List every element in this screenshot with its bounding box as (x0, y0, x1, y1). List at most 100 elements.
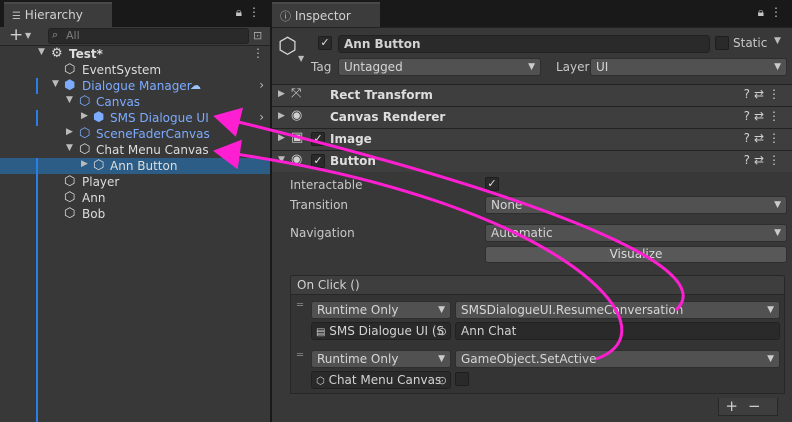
search-filter-icon[interactable]: ⊡ (253, 29, 262, 42)
kebab-menu-icon[interactable]: ⋮ (248, 5, 266, 19)
event-2-mode: Runtime Only (317, 352, 399, 366)
presets-icon[interactable]: ⇄ (754, 131, 768, 145)
chevron-down-icon: ▼ (438, 305, 445, 315)
remove-event-button[interactable]: − (748, 397, 771, 415)
event-2-object-field[interactable]: ⬡ Chat Menu Canvas ⊙ (311, 371, 451, 389)
collapse-arrow-icon[interactable]: ▶ (278, 111, 285, 121)
collapse-arrow-icon[interactable]: ▶ (81, 111, 88, 121)
gameobject-cube-icon: ⬡ (64, 174, 76, 189)
add-object-button[interactable]: + (9, 25, 23, 45)
kebab-menu-icon[interactable]: ⋮ (768, 153, 784, 167)
presets-icon[interactable]: ⇄ (754, 153, 768, 167)
component-tools: ?⇄⋮ (744, 109, 784, 123)
transition-label: Transition (290, 198, 349, 212)
navigation-dropdown[interactable]: Automatic ▼ (485, 224, 787, 242)
event-1-mode-dropdown[interactable]: Runtime Only ▼ (311, 301, 451, 319)
drag-handle-icon[interactable]: ═ (297, 300, 303, 311)
hierarchy-tab-tools: 🔒︎⋮ (236, 5, 266, 20)
chevron-down-icon[interactable]: ▼ (25, 31, 31, 40)
active-checkbox[interactable]: ✓ (318, 36, 332, 50)
component-rect-transform[interactable]: ▶ ⤧ Rect Transform ?⇄⋮ (272, 84, 792, 106)
collapse-arrow-icon[interactable]: ▶ (66, 127, 73, 137)
chevron-down-icon: ▼ (774, 228, 781, 238)
chevron-right-icon[interactable]: › (259, 78, 264, 92)
image-enabled-checkbox[interactable]: ✓ (311, 132, 325, 146)
help-icon[interactable]: ? (744, 153, 754, 167)
prefab-override-bar (36, 78, 38, 94)
search-input[interactable]: ⌕ All (48, 28, 249, 44)
chevron-right-icon[interactable]: › (259, 110, 264, 124)
kebab-menu-icon[interactable]: ⋮ (768, 87, 784, 101)
kebab-menu-icon[interactable]: ⋮ (768, 109, 784, 123)
drag-handle-icon[interactable]: ═ (297, 350, 303, 361)
event-2-bool-checkbox[interactable] (455, 372, 469, 386)
add-remove-event-buttons[interactable]: +− (718, 398, 778, 416)
component-canvas-renderer[interactable]: ▶ ◉ Canvas Renderer ?⇄⋮ (272, 106, 792, 128)
help-icon[interactable]: ? (744, 131, 754, 145)
hierarchy-item-ann[interactable]: ⬡ Ann (0, 190, 270, 206)
help-icon[interactable]: ? (744, 109, 754, 123)
tag-dropdown[interactable]: Untagged ▼ (338, 58, 541, 76)
component-button[interactable]: ▼ ◉ ✓ Button ?⇄⋮ (272, 150, 792, 172)
hierarchy-item-dialogue-manager[interactable]: ▼ ⬢ Dialogue Manager ☁ › (0, 78, 270, 94)
hierarchy-item-ann-button[interactable]: ▶ ⬡ Ann Button (0, 158, 270, 174)
event-2-mode-dropdown[interactable]: Runtime Only ▼ (311, 350, 451, 368)
object-name-field[interactable]: Ann Button (338, 35, 710, 53)
hierarchy-item-player[interactable]: ⬡ Player (0, 174, 270, 190)
item-label: Ann Button (110, 159, 178, 173)
chevron-down-icon: ▼ (528, 62, 535, 72)
component-name: Image (330, 132, 372, 146)
kebab-menu-icon[interactable]: ⋮ (770, 5, 788, 19)
presets-icon[interactable]: ⇄ (754, 87, 768, 101)
component-name: Canvas Renderer (330, 110, 446, 124)
component-tools: ?⇄⋮ (744, 87, 784, 101)
hierarchy-item-scene[interactable]: ▼ ⚙ Test* ⋮ (0, 46, 270, 62)
divider (272, 27, 792, 28)
interactable-checkbox[interactable]: ✓ (485, 177, 499, 191)
static-checkbox[interactable] (715, 36, 729, 50)
expand-arrow-icon[interactable]: ▼ (278, 155, 285, 165)
tag-value: Untagged (344, 60, 403, 74)
presets-icon[interactable]: ⇄ (754, 109, 768, 123)
gameobject-cube-icon: ⬡ (64, 190, 76, 205)
layer-dropdown[interactable]: UI ▼ (590, 58, 787, 76)
collapse-arrow-icon[interactable]: ▶ (278, 133, 285, 143)
add-event-button[interactable]: + (725, 397, 748, 415)
event-1-function-dropdown[interactable]: SMSDialogueUI.ResumeConversation ▼ (455, 301, 780, 319)
chevron-down-icon[interactable]: ▼ (774, 36, 781, 46)
chevron-down-icon[interactable]: ▼ (298, 54, 304, 63)
gameobject-cube-icon[interactable]: ⬡ (278, 34, 297, 59)
item-label: Canvas (96, 95, 141, 109)
expand-arrow-icon[interactable]: ▼ (66, 143, 73, 153)
transition-dropdown[interactable]: None ▼ (485, 196, 787, 214)
event-1-object-field[interactable]: ▤ SMS Dialogue UI (S ⊙ (311, 322, 451, 340)
hierarchy-tab[interactable]: ☰ Hierarchy (4, 2, 112, 27)
collapse-arrow-icon[interactable]: ▶ (81, 159, 88, 169)
kebab-menu-icon[interactable]: ⋮ (252, 46, 264, 60)
expand-arrow-icon[interactable]: ▼ (66, 95, 73, 105)
event-2-function-dropdown[interactable]: GameObject.SetActive ▼ (455, 350, 780, 368)
hierarchy-item-scenefadercanvas[interactable]: ▶ ⬡ SceneFaderCanvas (0, 126, 270, 142)
event-1-argument-field[interactable]: Ann Chat (455, 322, 780, 340)
collapse-arrow-icon[interactable]: ▶ (278, 89, 285, 99)
search-icon: ⌕ (52, 28, 59, 41)
expand-arrow-icon[interactable]: ▼ (38, 47, 45, 57)
hierarchy-item-bob[interactable]: ⬡ Bob (0, 206, 270, 222)
expand-arrow-icon[interactable]: ▼ (52, 79, 59, 89)
component-tools: ?⇄⋮ (744, 153, 784, 167)
hierarchy-item-chat-menu-canvas[interactable]: ▼ ⬡ Chat Menu Canvas (0, 142, 270, 158)
inspector-tab[interactable]: ⓘ Inspector (272, 2, 380, 27)
hierarchy-item-eventsystem[interactable]: ⬡ EventSystem (0, 62, 270, 78)
button-enabled-checkbox[interactable]: ✓ (311, 154, 325, 168)
gameobject-cube-icon: ⬡ (93, 158, 105, 173)
object-picker-icon[interactable]: ⊙ (438, 325, 447, 338)
object-picker-icon[interactable]: ⊙ (438, 374, 447, 387)
help-icon[interactable]: ? (744, 87, 754, 101)
component-image[interactable]: ▶ ▣ ✓ Image ?⇄⋮ (272, 128, 792, 150)
visualize-button[interactable]: Visualize (485, 246, 787, 263)
hierarchy-item-canvas[interactable]: ▼ ⬡ Canvas (0, 94, 270, 110)
hierarchy-item-sms-dialogue-ui[interactable]: ▶ ⬢ SMS Dialogue UI › (0, 110, 270, 126)
lock-icon[interactable]: 🔒︎ (758, 5, 770, 19)
lock-icon[interactable]: 🔒︎ (236, 5, 248, 19)
kebab-menu-icon[interactable]: ⋮ (768, 131, 784, 145)
